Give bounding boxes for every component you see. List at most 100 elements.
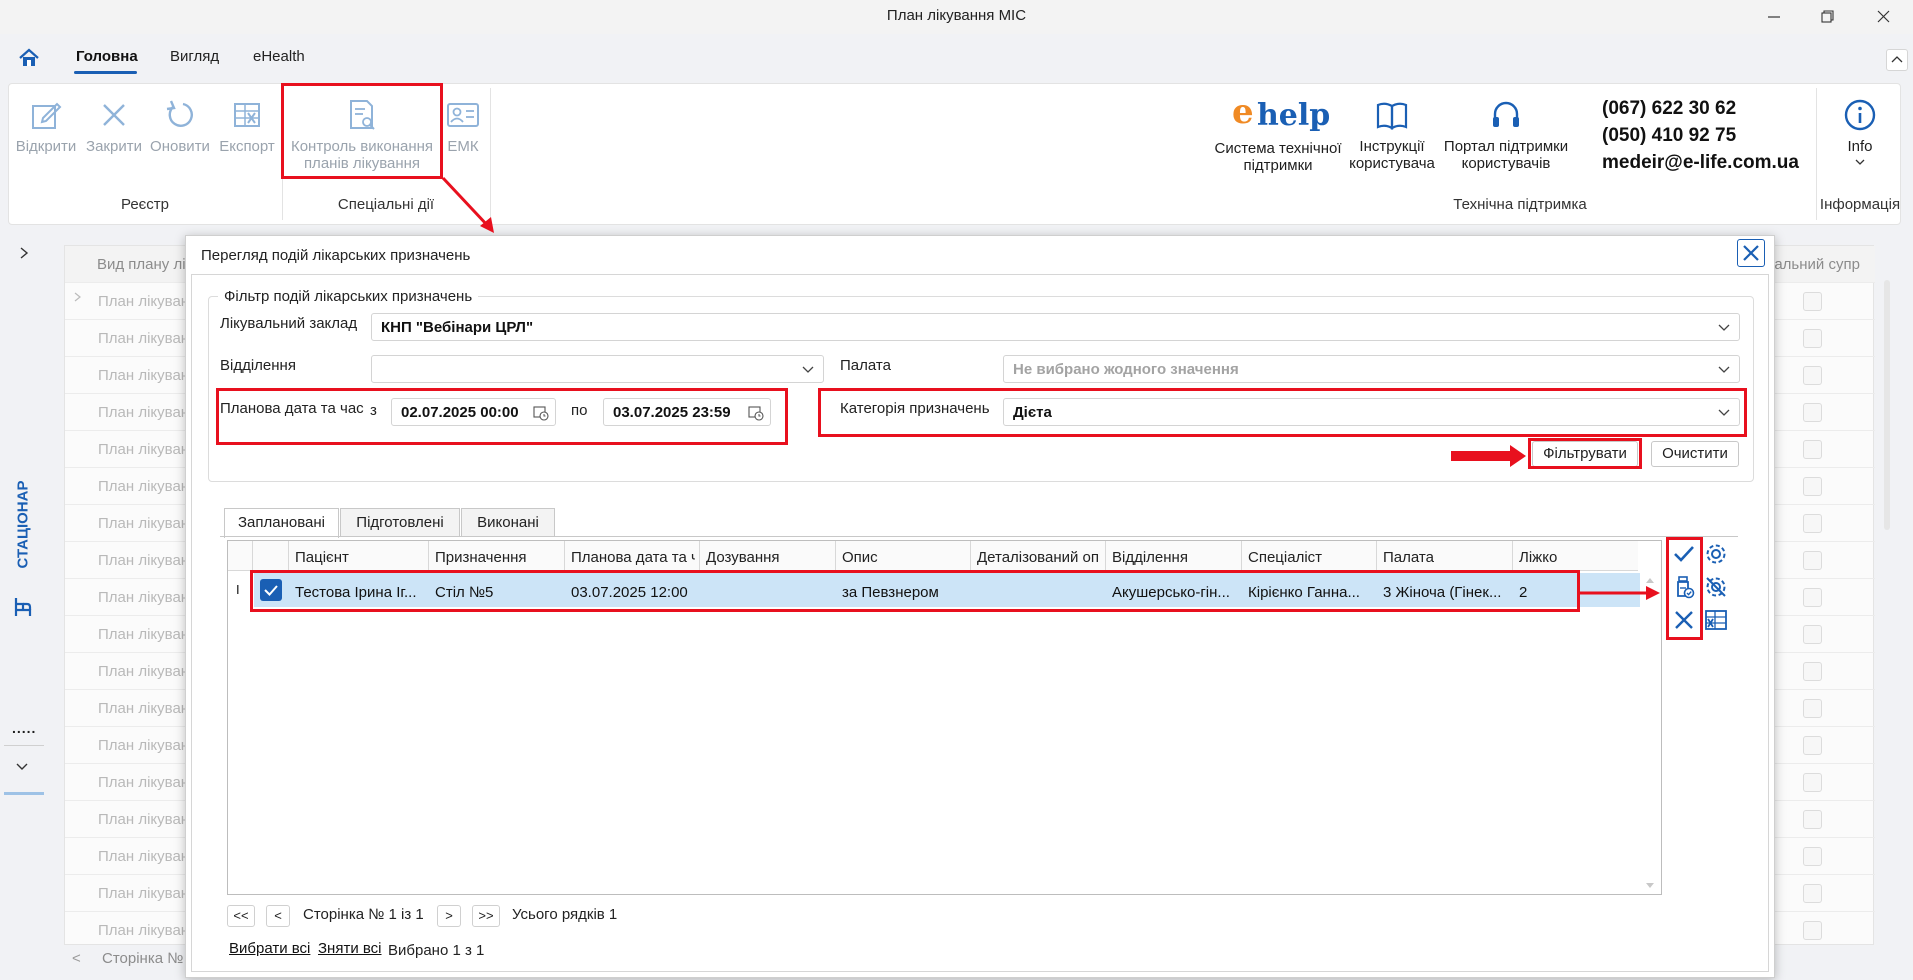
ehelp-logo-help: help	[1257, 98, 1331, 133]
cell-description: за Певзнером	[842, 584, 939, 601]
close-button[interactable]: Закрити	[84, 98, 144, 155]
deselect-all-link[interactable]: Зняти всі	[318, 940, 382, 957]
chevron-down-icon	[1853, 157, 1867, 167]
headset-icon	[1489, 98, 1523, 132]
clear-button[interactable]: Очистити	[1651, 441, 1739, 467]
col-planned-date[interactable]: Планова дата та ч	[571, 549, 695, 566]
close-icon	[1743, 245, 1759, 261]
tech-support-system-button[interactable]: Система технічної підтримки	[1210, 140, 1346, 174]
facility-value: КНП "Вебінари ЦРЛ"	[381, 319, 534, 336]
support-email[interactable]: medeir@e-life.com.ua	[1602, 152, 1799, 174]
edit-icon	[29, 98, 63, 132]
col-description[interactable]: Опис	[842, 549, 967, 566]
stationary-module-tab[interactable]: СТАЦІОНАР	[5, 476, 41, 626]
active-tab-indicator	[74, 71, 137, 74]
calendar-clock-icon[interactable]	[533, 405, 549, 421]
ehelp-logo[interactable]: e help	[1232, 92, 1331, 134]
background-pager-prev: <	[72, 950, 81, 967]
pager-last-button[interactable]: >>	[472, 905, 500, 927]
cancel-event-button[interactable]	[1671, 607, 1697, 633]
ward-label: Палата	[840, 357, 891, 374]
confirm-button[interactable]	[1671, 541, 1697, 567]
gear-crossed-icon	[1706, 577, 1726, 597]
chevron-down-icon[interactable]	[14, 761, 30, 773]
calendar-clock-icon[interactable]	[748, 405, 764, 421]
info-button-label: Info	[1847, 138, 1873, 155]
ward-select[interactable]: Не вибрано жодного значення	[1003, 355, 1740, 383]
col-specialist[interactable]: Спеціаліст	[1248, 549, 1373, 566]
scroll-down-icon[interactable]	[1644, 881, 1656, 891]
open-button[interactable]: Відкрити	[14, 98, 78, 155]
phone-1: (067) 622 30 62	[1602, 98, 1737, 119]
bg-header-plan-type: Вид плану лі	[97, 256, 186, 273]
scroll-up-icon[interactable]	[1644, 575, 1656, 585]
col-dosage[interactable]: Дозування	[706, 549, 831, 566]
chevron-down-icon	[1717, 405, 1731, 419]
special-group-label: Спеціальні дії	[337, 196, 435, 213]
menu-tab-home[interactable]: Головна	[76, 48, 138, 65]
pager-next-button[interactable]: >	[437, 905, 461, 927]
emk-button[interactable]: ЕМК	[444, 98, 482, 155]
chevron-down-icon	[1717, 362, 1731, 376]
info-group-label: Інформація	[1819, 196, 1901, 213]
background-scrollbar[interactable]	[1884, 280, 1890, 530]
tab-completed[interactable]: Виконані	[461, 508, 555, 536]
menu-tab-ehealth[interactable]: eHealth	[253, 48, 305, 65]
menu-tab-view[interactable]: Вигляд	[170, 48, 219, 65]
restore-icon[interactable]	[1815, 6, 1839, 28]
col-appointment[interactable]: Призначення	[435, 549, 560, 566]
ward-placeholder: Не вибрано жодного значення	[1013, 361, 1239, 378]
more-dots[interactable]: .....	[12, 720, 36, 736]
col-department[interactable]: Відділення	[1112, 549, 1237, 566]
close-window-icon[interactable]	[1872, 6, 1896, 28]
filter-button[interactable]: Фільтрувати	[1532, 441, 1638, 467]
support-portal-button[interactable]: Портал підтримки користувачів	[1440, 98, 1572, 172]
checkmark-icon	[264, 585, 278, 596]
settings-button[interactable]	[1703, 541, 1729, 567]
stationary-label: СТАЦІОНАР	[14, 480, 32, 569]
pager-first-button[interactable]: <<	[227, 905, 255, 927]
date-to-input[interactable]: 03.07.2025 23:59	[603, 398, 771, 426]
pager-page-text: Сторінка № 1 із 1	[303, 906, 424, 923]
pager-prev-button[interactable]: <	[266, 905, 290, 927]
chevron-right-icon[interactable]	[17, 246, 31, 260]
prepare-medication-button[interactable]	[1671, 574, 1697, 600]
facility-select[interactable]: КНП "Вебінари ЦРЛ"	[371, 313, 1740, 341]
col-detailed[interactable]: Деталізований оп	[977, 549, 1101, 566]
control-plans-label-line2: планів лікування	[303, 155, 421, 172]
hospital-bed-icon	[13, 596, 33, 618]
tab-prepared[interactable]: Підготовлені	[340, 508, 460, 536]
user-manual-button[interactable]: Інструкції користувача	[1346, 98, 1438, 172]
export-excel-button[interactable]	[1703, 607, 1729, 633]
tab-planned[interactable]: Заплановані	[224, 508, 339, 538]
minimize-icon[interactable]	[1762, 6, 1786, 28]
dialog-close-button[interactable]	[1737, 239, 1765, 267]
home-icon[interactable]	[18, 48, 40, 68]
col-patient[interactable]: Пацієнт	[295, 549, 395, 566]
date-from-input[interactable]: 02.07.2025 00:00	[391, 398, 556, 426]
department-select[interactable]	[371, 355, 824, 383]
medicine-bottle-icon	[1677, 576, 1695, 599]
col-bed[interactable]: Ліжко	[1519, 549, 1629, 566]
cell-specialist: Кірієнко Ганна...	[1248, 584, 1360, 601]
date-from-label: з	[370, 402, 377, 419]
control-plans-label-line1: Контроль виконання	[290, 138, 434, 155]
document-search-icon	[345, 98, 379, 132]
collapse-ribbon-icon[interactable]	[1886, 49, 1908, 71]
cell-appointment: Стіл №5	[435, 584, 494, 601]
tech-support-label-line2: підтримки	[1243, 157, 1313, 174]
facility-label: Лікувальний заклад	[220, 315, 358, 332]
select-all-link[interactable]: Вибрати всі	[229, 940, 310, 957]
refresh-button[interactable]: Оновити	[148, 98, 212, 155]
row-checkbox[interactable]	[260, 579, 282, 601]
export-button[interactable]: Експорт	[216, 98, 278, 155]
info-button[interactable]: Info	[1830, 98, 1890, 167]
category-select[interactable]: Дієта	[1003, 398, 1740, 426]
date-to-value: 03.07.2025 23:59	[613, 404, 731, 421]
control-plans-button[interactable]: Контроль виконання планів лікування	[284, 98, 440, 172]
x-icon	[97, 98, 131, 132]
settings-off-button[interactable]	[1703, 574, 1729, 600]
col-ward[interactable]: Палата	[1383, 549, 1508, 566]
ribbon-separator	[1816, 88, 1817, 220]
x-icon	[1675, 611, 1693, 629]
